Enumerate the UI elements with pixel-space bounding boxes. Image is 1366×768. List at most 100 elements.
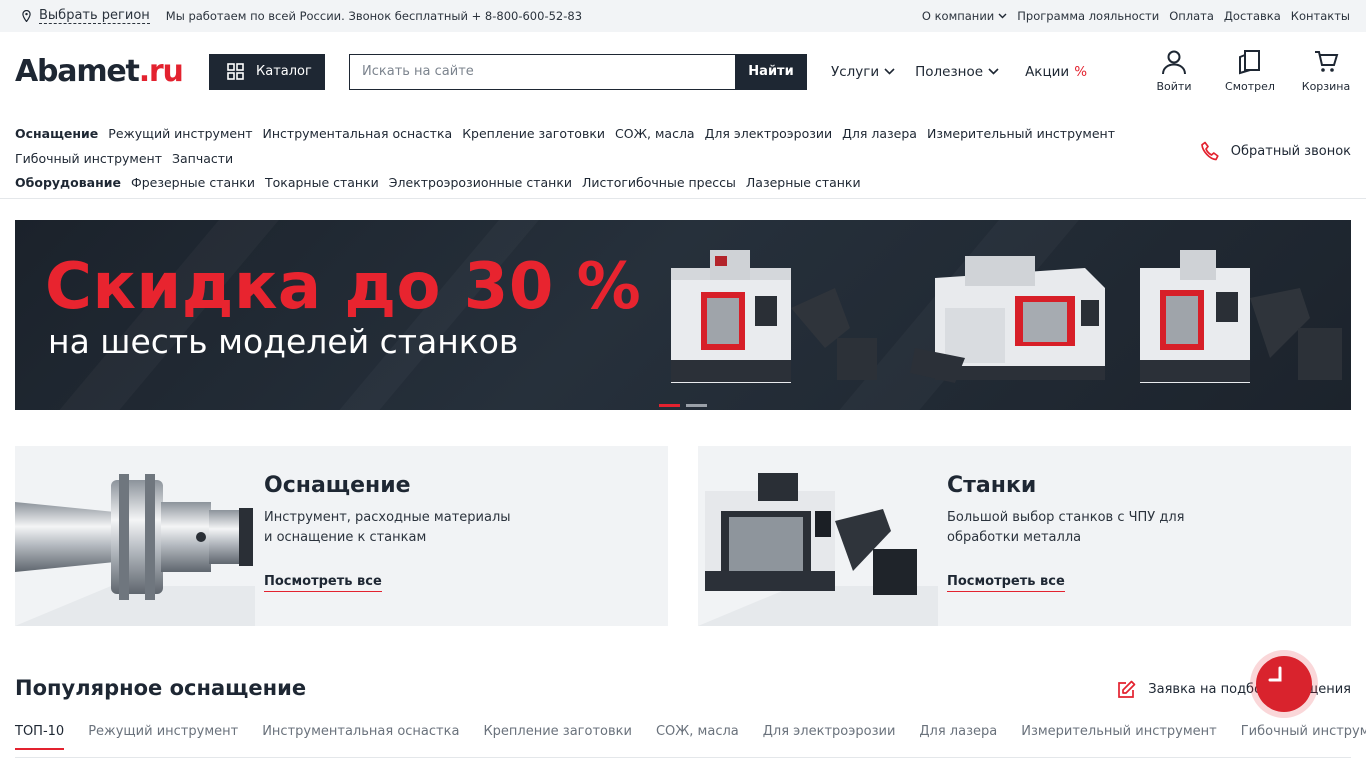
chevron-down-icon: [884, 68, 895, 75]
topbar-links: О компании Программа лояльности Оплата Д…: [922, 9, 1350, 23]
tab-bending[interactable]: Гибочный инструмент: [1241, 724, 1366, 750]
banner-subtitle: на шесть моделей станков: [48, 322, 519, 361]
callback-label: Обратный звонок: [1230, 143, 1351, 159]
nav-promos[interactable]: Акции%: [1025, 64, 1087, 80]
category-menu: Оснащение Режущий инструмент Инструмента…: [0, 111, 1366, 199]
tab-laser[interactable]: Для лазера: [919, 724, 997, 750]
header-nav: Услуги Полезное Акции%: [831, 64, 1087, 80]
card-title: Станки: [947, 473, 1037, 498]
category-link[interactable]: Фрезерные станки: [131, 171, 255, 196]
slider-dot[interactable]: [686, 404, 707, 407]
category-link[interactable]: Гибочный инструмент: [15, 147, 162, 172]
login-label: Войти: [1156, 80, 1192, 93]
category-card-machines[interactable]: Станки Большой выбор станков с ЧПУ для о…: [698, 446, 1351, 626]
topbar-link-contacts[interactable]: Контакты: [1291, 9, 1350, 23]
section-title: Популярное оснащение: [15, 676, 307, 700]
top-bar: Выбрать регион Мы работаем по всей Росси…: [0, 0, 1366, 32]
topbar-info: Мы работаем по всей России. Звонок беспл…: [165, 9, 583, 23]
category-link[interactable]: Электроэрозионные станки: [389, 171, 572, 196]
edit-icon: [1118, 680, 1136, 698]
category-link[interactable]: Для электроэрозии: [705, 122, 833, 147]
category-link[interactable]: Инструментальная оснастка: [263, 122, 453, 147]
see-all-link[interactable]: Посмотреть все: [264, 574, 382, 592]
nav-services-label: Услуги: [831, 63, 880, 80]
region-selector[interactable]: Выбрать регион: [22, 8, 150, 24]
slider-dot[interactable]: [659, 404, 680, 407]
category-link[interactable]: Для лазера: [842, 122, 917, 147]
slider-dots: [659, 404, 707, 407]
category-head-equipment[interactable]: Оснащение: [15, 122, 98, 147]
region-label[interactable]: Выбрать регион: [39, 8, 150, 24]
logo-tld: .ru: [138, 54, 184, 89]
cart-button[interactable]: Корзина: [1301, 49, 1351, 93]
category-link[interactable]: Лазерные станки: [746, 171, 861, 196]
catalog-button[interactable]: Каталог: [209, 53, 325, 90]
cart-icon: [1315, 51, 1339, 72]
search-input[interactable]: [349, 53, 735, 90]
tab-cutting-tools[interactable]: Режущий инструмент: [88, 724, 238, 750]
cnc-machine-image: [705, 473, 917, 595]
logo[interactable]: Abamet.ru: [15, 54, 209, 89]
header: Abamet.ru Каталог Найти Услуги Полезное …: [0, 32, 1366, 111]
header-icons: Войти Смотрел Корзина: [1149, 49, 1351, 93]
tab-coolants[interactable]: СОЖ, масла: [656, 724, 739, 750]
catalog-label: Каталог: [256, 64, 312, 79]
search-bar: Найти: [349, 53, 807, 90]
tab-measuring[interactable]: Измерительный инструмент: [1021, 724, 1217, 750]
callback-button[interactable]: Обратный звонок: [1200, 141, 1351, 161]
category-row-equipment: Оснащение Режущий инструмент Инструмента…: [15, 122, 1351, 147]
category-card-equipment[interactable]: Оснащение Инструмент, расходные материал…: [15, 446, 668, 626]
cnc-machine-image: [910, 256, 1105, 383]
cnc-machine-image: [671, 250, 877, 383]
nav-promos-label: Акции: [1025, 63, 1070, 80]
category-link[interactable]: Запчасти: [172, 147, 233, 172]
grid-icon: [227, 63, 244, 80]
category-link[interactable]: Крепление заготовки: [462, 122, 605, 147]
logo-main: Abamet: [15, 54, 140, 89]
category-link[interactable]: Листогибочные прессы: [582, 171, 736, 196]
user-icon: [1162, 50, 1186, 75]
category-link[interactable]: Измерительный инструмент: [927, 122, 1115, 147]
nav-services[interactable]: Услуги: [831, 64, 895, 80]
topbar-link-delivery[interactable]: Доставка: [1224, 9, 1281, 23]
see-all-link[interactable]: Посмотреть все: [947, 574, 1065, 592]
floating-callback-button[interactable]: [1250, 650, 1318, 718]
topbar-link-payment[interactable]: Оплата: [1169, 9, 1214, 23]
nav-useful-label: Полезное: [915, 63, 984, 80]
location-pin-icon: [22, 10, 31, 22]
card-title: Оснащение: [264, 473, 411, 498]
chevron-down-icon: [998, 13, 1007, 19]
phone-icon: [1200, 141, 1219, 161]
topbar-link-label: О компании: [921, 9, 995, 23]
category-row-machines: Оборудование Фрезерные станки Токарные с…: [15, 171, 1351, 196]
login-button[interactable]: Войти: [1149, 49, 1199, 93]
viewed-label: Смотрел: [1225, 80, 1275, 93]
card-text: Большой выбор станков с ЧПУ для обработк…: [947, 510, 1185, 545]
category-head-machines[interactable]: Оборудование: [15, 171, 121, 196]
topbar-link-loyalty[interactable]: Программа лояльности: [1017, 9, 1159, 23]
card-text: Инструмент, расходные материалы и оснаще…: [264, 510, 511, 545]
search-button[interactable]: Найти: [735, 53, 807, 90]
percent-icon: %: [1074, 63, 1088, 80]
category-link[interactable]: Токарные станки: [265, 171, 379, 196]
topbar-link-about[interactable]: О компании: [922, 9, 1007, 23]
chevron-down-icon: [988, 68, 999, 75]
clock-icon: [1268, 666, 1282, 682]
category-link[interactable]: СОЖ, масла: [615, 122, 695, 147]
promo-banner[interactable]: Скидка до 30 % на шесть моделей станков: [15, 220, 1351, 410]
banner-title: Скидка до 30 %: [45, 250, 642, 324]
popular-tabs: ТОП-10 Режущий инструмент Инструментальн…: [15, 724, 1366, 750]
viewed-button[interactable]: Смотрел: [1225, 49, 1275, 93]
cnc-machine-image: [1140, 250, 1342, 383]
nav-useful[interactable]: Полезное: [915, 64, 999, 80]
tab-edm[interactable]: Для электроэрозии: [763, 724, 896, 750]
viewed-icon: [1239, 50, 1260, 75]
fab-inner: [1256, 656, 1312, 712]
cart-label: Корзина: [1301, 80, 1351, 93]
category-link[interactable]: Режущий инструмент: [108, 122, 252, 147]
tabs-divider: [15, 757, 1351, 758]
tab-tooling[interactable]: Инструментальная оснастка: [262, 724, 459, 750]
tool-holder-image: [15, 474, 253, 600]
tab-top10[interactable]: ТОП-10: [15, 724, 65, 750]
tab-workholding[interactable]: Крепление заготовки: [483, 724, 632, 750]
